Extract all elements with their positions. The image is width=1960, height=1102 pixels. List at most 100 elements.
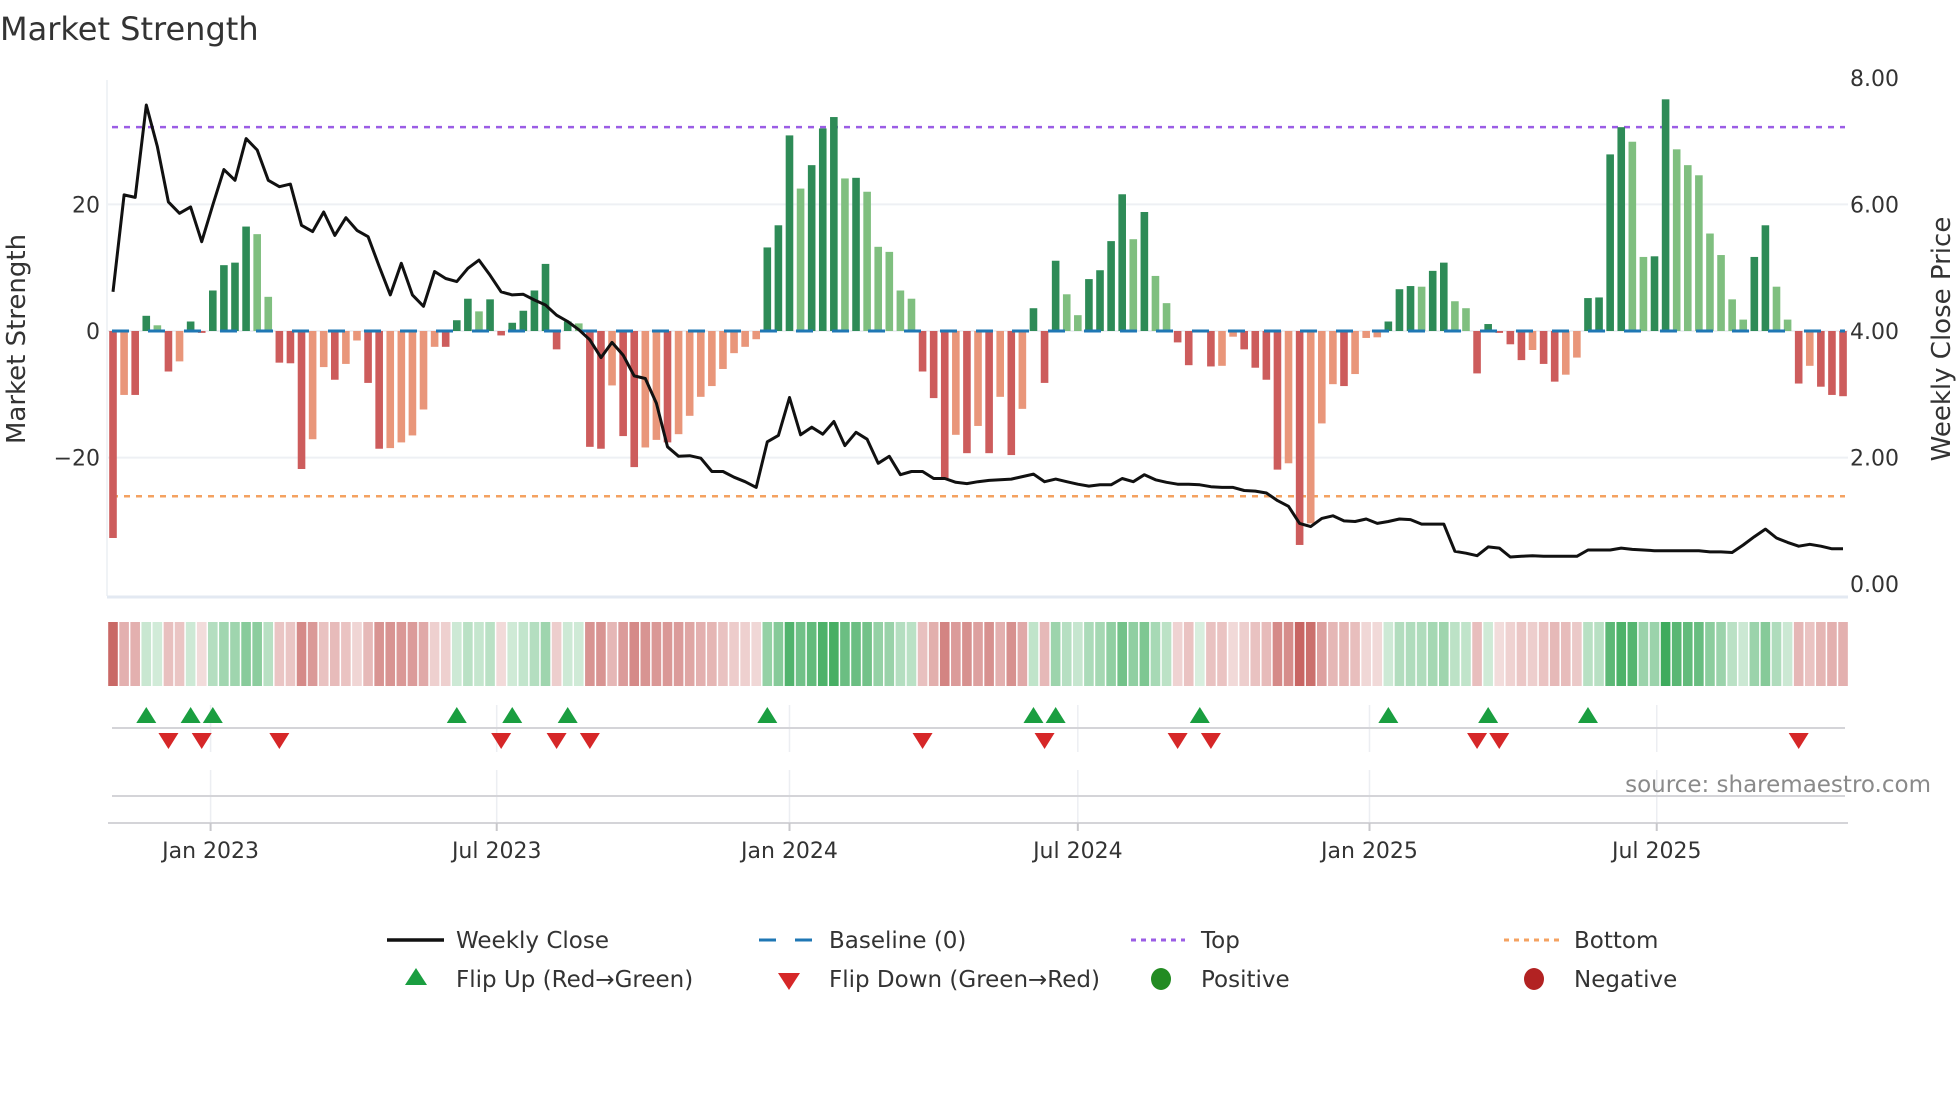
positive-bar	[841, 178, 849, 331]
heat-cell	[1328, 622, 1338, 686]
flip-down-marker	[1467, 733, 1488, 749]
negative-bar	[1805, 331, 1814, 366]
legend-top-label: Top	[1200, 928, 1240, 954]
heat-cell	[1439, 622, 1449, 686]
heat-cell	[1760, 622, 1771, 686]
heat-cell	[762, 622, 773, 686]
heat-cell	[174, 622, 185, 686]
x-tick-label: Jan 2024	[739, 839, 838, 864]
heat-cell	[1483, 622, 1493, 686]
heat-cell	[1239, 622, 1249, 686]
heat-cell	[718, 622, 728, 686]
negative-bar	[1306, 331, 1315, 524]
negative-bar	[619, 331, 627, 437]
negative-bar	[963, 331, 971, 454]
heat-cell	[1383, 622, 1394, 686]
positive-bar	[1107, 241, 1115, 331]
heat-cell	[274, 622, 285, 686]
negative-bar	[1295, 331, 1304, 545]
positive-bar	[1595, 297, 1603, 331]
heat-cell	[285, 622, 296, 686]
heat-cell	[252, 622, 262, 686]
heat-cell	[1228, 622, 1238, 686]
positive-bar	[907, 298, 916, 331]
heat-cell	[407, 622, 418, 686]
flip-down-marker	[912, 733, 933, 749]
negative-bar	[630, 331, 639, 468]
negative-bar	[1362, 331, 1370, 338]
positive-bar	[1462, 308, 1470, 331]
flip-down-marker	[546, 733, 567, 749]
heat-cell	[474, 622, 484, 686]
heat-cell	[1505, 622, 1516, 686]
negative-bar	[1329, 331, 1337, 385]
heat-cell	[1427, 622, 1438, 686]
negative-bar	[441, 331, 450, 347]
heat-cell	[1560, 622, 1571, 686]
heat-cell	[806, 622, 817, 686]
flip-up-marker	[557, 707, 578, 723]
heat-cell	[496, 622, 506, 686]
heat-cell	[1616, 622, 1627, 686]
positive-bar	[1451, 301, 1459, 331]
positive-bar	[452, 320, 461, 331]
negative-bar	[674, 331, 683, 435]
heat-cell	[1172, 622, 1183, 686]
heat-cell	[817, 622, 828, 686]
heat-cell	[1527, 622, 1538, 686]
heat-cell	[196, 622, 207, 686]
negative-bar	[1794, 331, 1803, 384]
positive-bar	[1672, 149, 1681, 331]
negative-bar	[1473, 331, 1481, 374]
negative-bar	[608, 331, 616, 386]
heat-cell	[1183, 622, 1194, 686]
heat-cell	[629, 622, 640, 686]
flip-down-marker	[1034, 733, 1055, 749]
legend-weekly-close-label: Weekly Close	[456, 928, 609, 954]
heat-cell	[1461, 622, 1471, 686]
heat-cell	[507, 622, 518, 686]
heat-cell	[318, 622, 329, 686]
right-tick-label: 2.00	[1850, 447, 1899, 472]
heat-cell	[440, 622, 451, 686]
heat-cell	[1084, 622, 1094, 686]
right-tick-label: 8.00	[1850, 67, 1899, 92]
market-strength-chart: Market Strength 20 0 −20 8.00 6.00 4.00 2.00 0…	[0, 10, 1957, 993]
negative-bar	[597, 331, 605, 449]
heat-cell	[751, 622, 762, 686]
strength-bars	[109, 99, 1847, 545]
heat-cell	[374, 622, 384, 686]
heat-cell	[573, 622, 584, 686]
positive-bar	[142, 315, 151, 331]
heat-cell	[695, 622, 706, 686]
flip-down-marker	[579, 733, 600, 749]
positive-bar	[1617, 127, 1626, 331]
negative-bar	[1340, 331, 1348, 387]
positive-bar	[541, 263, 550, 331]
x-tick-label: Jul 2024	[1031, 839, 1123, 864]
heat-cell	[418, 622, 429, 686]
heat-cell	[562, 622, 573, 686]
heat-cell	[352, 622, 362, 686]
negative-bar	[708, 331, 716, 387]
heat-cell	[1372, 622, 1383, 686]
heat-cell	[1050, 622, 1061, 686]
heat-cell	[1627, 622, 1638, 686]
negative-bar	[918, 331, 927, 372]
heat-cell	[1649, 622, 1660, 686]
heat-cell	[1317, 622, 1327, 686]
legend: Weekly Close Baseline (0) Top Bottom Fli…	[387, 928, 1677, 993]
negative-bar	[1839, 331, 1847, 397]
negative-bar	[386, 331, 395, 449]
heat-cell	[296, 622, 307, 686]
heat-cell	[962, 622, 972, 686]
legend-positive-label: Positive	[1201, 967, 1290, 993]
heat-cell	[1605, 622, 1615, 686]
positive-bar	[852, 177, 860, 331]
heat-cell	[518, 622, 529, 686]
heat-cell	[707, 622, 717, 686]
positive-bar	[1584, 298, 1592, 331]
negative-bar	[1251, 331, 1260, 368]
heat-cell	[1494, 622, 1505, 686]
negative-bar	[419, 331, 428, 410]
